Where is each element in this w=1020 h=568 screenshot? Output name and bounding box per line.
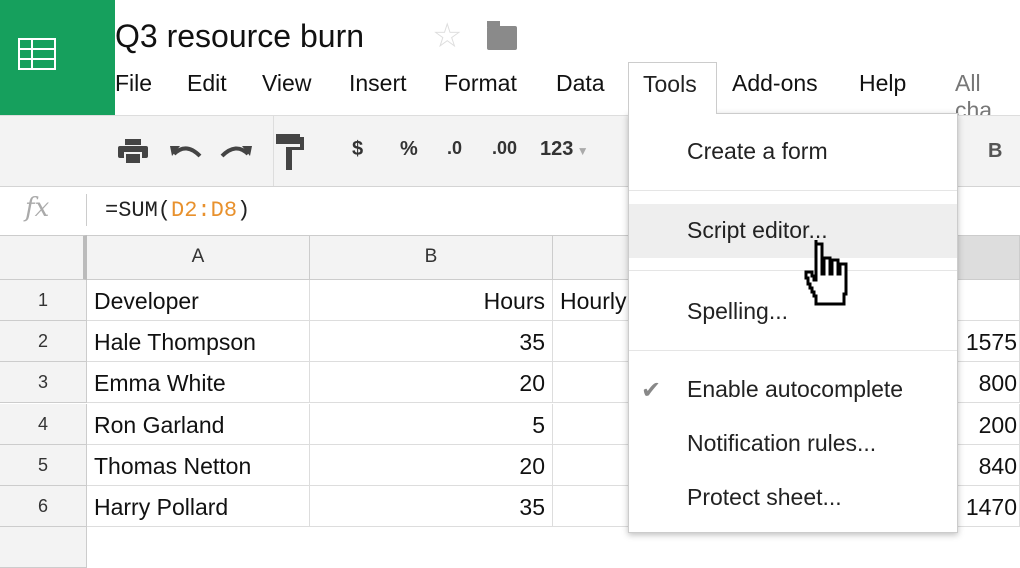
sheets-grid-icon <box>18 38 56 70</box>
menu-file[interactable]: File <box>115 70 152 97</box>
sheets-logo[interactable] <box>0 0 115 115</box>
chevron-down-icon: ▼ <box>573 144 589 158</box>
cell-a[interactable]: Ron Garland <box>87 403 310 445</box>
menu-tools[interactable]: Tools <box>628 62 717 114</box>
menu-item-protect-sheet[interactable]: Protect sheet... <box>629 484 957 511</box>
document-title[interactable]: Q3 resource burn <box>115 18 364 55</box>
cell-d[interactable]: 200 <box>958 403 1020 445</box>
fx-icon: fx <box>25 193 50 223</box>
cell-b[interactable]: 35 <box>310 321 553 363</box>
menu-insert[interactable]: Insert <box>349 70 407 97</box>
decrease-decimal-button[interactable]: .0 <box>447 138 462 159</box>
number-format-label: 123 <box>540 138 574 160</box>
increase-decimal-button[interactable]: .00 <box>492 138 517 159</box>
cell-d[interactable]: 840 <box>958 444 1020 486</box>
cell-b[interactable]: 20 <box>310 362 553 404</box>
print-icon[interactable] <box>118 139 148 165</box>
cell-a[interactable]: Hale Thompson <box>87 321 310 363</box>
cell-b[interactable]: 5 <box>310 403 553 445</box>
column-header-b[interactable]: B <box>310 235 553 280</box>
row-header[interactable]: 4 <box>0 403 87 445</box>
menu-help[interactable]: Help <box>859 70 906 97</box>
menu-edit[interactable]: Edit <box>187 70 227 97</box>
menu-item-notification-rules[interactable]: Notification rules... <box>629 430 957 457</box>
menu-format[interactable]: Format <box>444 70 517 97</box>
cell-d[interactable]: 1575 <box>958 321 1020 363</box>
menu-view[interactable]: View <box>262 70 311 97</box>
menu-divider <box>629 350 957 351</box>
formula-suffix: ) <box>237 198 251 223</box>
toolbar-divider <box>273 116 274 186</box>
cell-b[interactable]: 35 <box>310 486 553 527</box>
formula-range-ref: D2:D8 <box>171 198 238 223</box>
cell-b[interactable]: 20 <box>310 444 553 486</box>
checkmark-icon: ✔ <box>641 377 662 404</box>
column-header-d[interactable] <box>958 235 1020 280</box>
folder-icon[interactable] <box>487 21 517 50</box>
row-header[interactable]: 6 <box>0 486 87 527</box>
tools-dropdown-menu: Create a form Script editor... Spelling.… <box>628 113 958 533</box>
menu-data[interactable]: Data <box>556 70 605 97</box>
row-header[interactable]: 3 <box>0 362 87 404</box>
formula-prefix: =SUM( <box>105 198 172 223</box>
row-header[interactable]: 2 <box>0 321 87 363</box>
menu-add-ons[interactable]: Add-ons <box>732 70 818 97</box>
hand-pointer-cursor-icon <box>804 240 848 306</box>
menu-item-spelling[interactable]: Spelling... <box>629 298 957 325</box>
formula-input[interactable]: =SUM(D2:D8) <box>105 198 250 223</box>
cell-a[interactable]: Thomas Netton <box>87 444 310 486</box>
cell-a[interactable]: Harry Pollard <box>87 486 310 527</box>
currency-format-button[interactable]: $ <box>352 138 363 161</box>
redo-icon[interactable] <box>220 142 252 162</box>
select-all-corner[interactable] <box>0 235 87 280</box>
cell-a[interactable]: Emma White <box>87 362 310 404</box>
paint-format-icon[interactable] <box>276 134 304 170</box>
star-outline-icon[interactable]: ☆ <box>432 16 462 56</box>
bold-button[interactable]: B <box>988 140 1002 163</box>
row-header[interactable] <box>0 527 87 568</box>
formula-divider <box>86 194 87 226</box>
menu-divider <box>629 190 957 191</box>
column-header-a[interactable]: A <box>87 235 310 280</box>
cell-b[interactable]: Hours <box>310 280 553 321</box>
cell-d[interactable]: 800 <box>958 362 1020 404</box>
menu-item-label: Enable autocomplete <box>687 376 904 402</box>
menu-item-script-editor[interactable]: Script editor... <box>629 204 957 258</box>
percent-format-button[interactable]: % <box>400 138 418 161</box>
cell-d[interactable]: 1470 <box>958 486 1020 527</box>
cell-d[interactable] <box>958 280 1020 321</box>
menu-item-create-form[interactable]: Create a form <box>629 138 957 165</box>
cell-a[interactable]: Developer <box>87 280 310 321</box>
undo-icon[interactable] <box>170 142 202 162</box>
menu-divider <box>629 270 957 271</box>
menu-item-enable-autocomplete[interactable]: ✔ Enable autocomplete <box>629 376 957 404</box>
row-header[interactable]: 1 <box>0 280 87 321</box>
row-header[interactable]: 5 <box>0 444 87 486</box>
number-format-dropdown[interactable]: 123 ▼ <box>540 138 589 161</box>
